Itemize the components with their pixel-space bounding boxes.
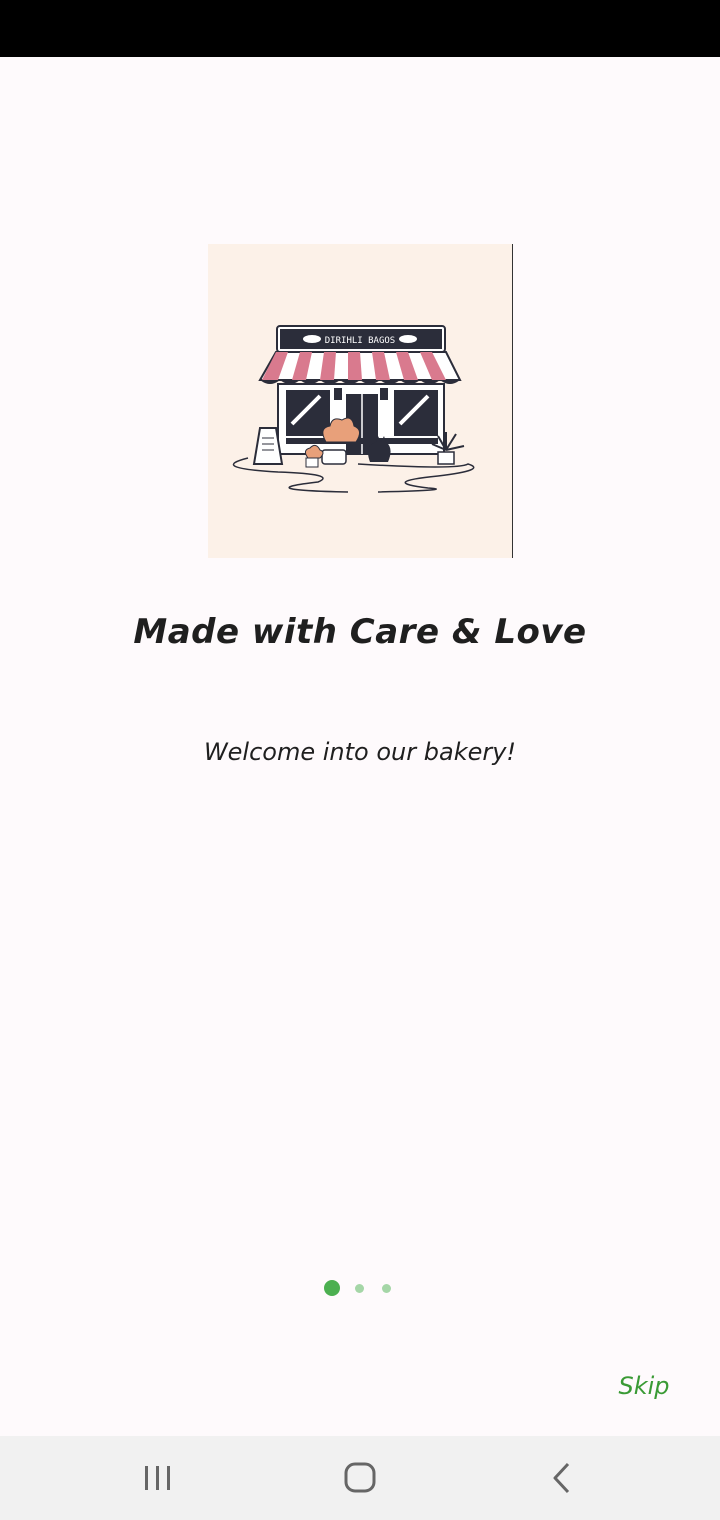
sign-text: DIRIHLI BAGOS [325, 336, 395, 346]
status-bar [0, 0, 720, 57]
recents-icon [145, 1466, 170, 1490]
home-button[interactable] [330, 1456, 390, 1500]
page-dot[interactable] [355, 1284, 364, 1293]
page-dot-active[interactable] [324, 1280, 340, 1296]
system-navigation-bar [0, 1436, 720, 1520]
bakery-storefront-icon: DIRIHLI BAGOS [208, 244, 513, 558]
back-button[interactable] [532, 1456, 592, 1500]
skip-button[interactable]: Skip [604, 1366, 684, 1406]
onboarding-title: Made with Care & Love [133, 612, 587, 652]
home-icon [344, 1462, 376, 1493]
page-indicator [0, 1279, 720, 1297]
onboarding-subtitle: Welcome into our bakery! [203, 738, 517, 766]
page-dot[interactable] [382, 1284, 391, 1293]
back-icon [553, 1462, 570, 1494]
recents-button[interactable] [128, 1456, 188, 1500]
